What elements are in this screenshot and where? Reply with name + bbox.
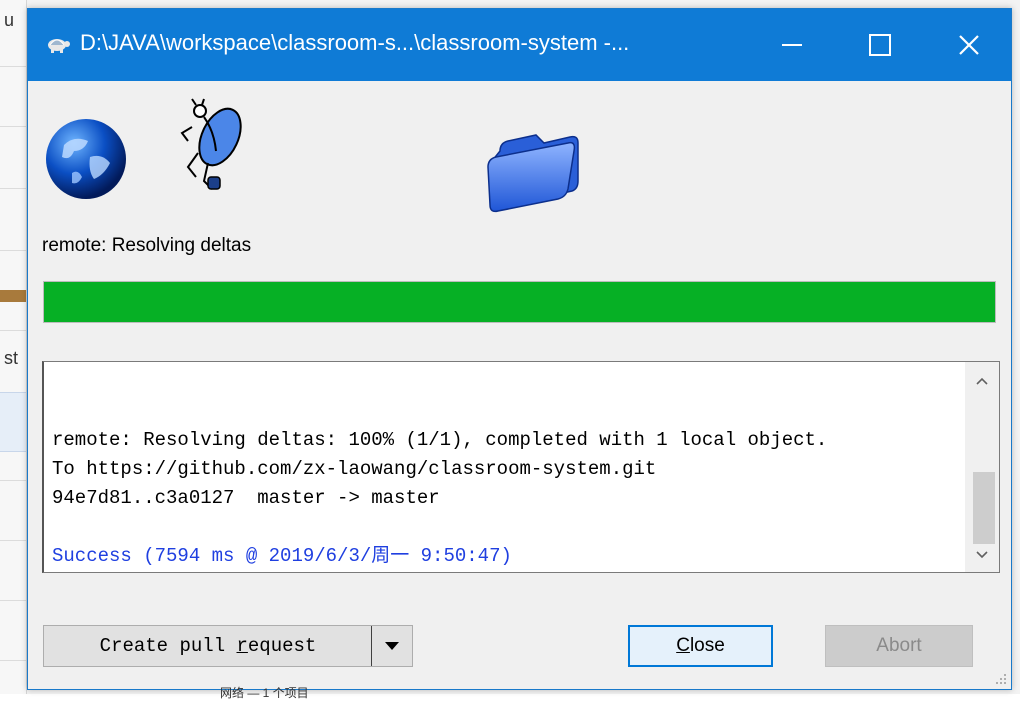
background-marker: [0, 290, 26, 302]
abort-button-label: Abort: [876, 635, 922, 656]
close-icon: [959, 35, 979, 55]
close-window-button[interactable]: [933, 9, 1005, 81]
progress-bar: [43, 281, 996, 323]
maximize-button[interactable]: [844, 9, 916, 81]
tortoise-icon: [48, 39, 70, 53]
output-log[interactable]: remote: Resolving deltas: 100% (1/1), co…: [42, 361, 1000, 573]
minimize-button[interactable]: [756, 9, 828, 81]
log-line: remote: Resolving deltas: 100% (1/1), co…: [52, 429, 828, 451]
resize-grip-icon[interactable]: [993, 671, 1007, 685]
git-push-progress-dialog: D:\JAVA\workspace\classroom-s...\classro…: [27, 8, 1012, 690]
background-status-text: 网络 — 1 个项目: [220, 686, 309, 700]
vertical-scrollbar[interactable]: [965, 362, 999, 572]
title-bar[interactable]: D:\JAVA\workspace\classroom-s...\classro…: [28, 9, 1011, 81]
background-text: st: [4, 348, 19, 368]
log-text: remote: Resolving deltas: 100% (1/1), co…: [52, 368, 952, 629]
scroll-up-button[interactable]: [965, 364, 999, 398]
progress-fill: [44, 282, 995, 322]
log-line: 94e7d81..c3a0127 master -> master: [52, 487, 440, 509]
scroll-down-button[interactable]: [965, 538, 999, 572]
folder-icon: [487, 134, 579, 213]
close-button[interactable]: Close: [628, 625, 773, 667]
scroll-thumb[interactable]: [973, 472, 995, 544]
globe-icon: [46, 119, 126, 199]
background-selection: [0, 392, 26, 452]
background-sidebar: u st: [0, 0, 27, 694]
background-text: u: [4, 10, 15, 30]
minimize-icon: [782, 44, 802, 46]
running-turtle-icon: [180, 98, 242, 190]
create-pull-request-label: Create pull request: [99, 635, 317, 657]
chevron-up-icon: [976, 377, 988, 385]
split-dropdown-button[interactable]: [371, 626, 412, 666]
abort-button[interactable]: Abort: [825, 625, 973, 667]
create-pull-request-button[interactable]: Create pull request: [43, 625, 413, 667]
log-line: To https://github.com/zx-laowang/classro…: [52, 458, 657, 480]
window-title: D:\JAVA\workspace\classroom-s...\classro…: [80, 30, 630, 55]
dropdown-arrow-icon: [385, 642, 399, 650]
chevron-down-icon: [976, 551, 988, 559]
maximize-icon: [869, 34, 891, 56]
success-line: Success (7594 ms @ 2019/6/3/周一 9:50:47): [52, 545, 512, 567]
close-button-label: Close: [676, 635, 725, 656]
status-label: remote: Resolving deltas: [42, 235, 252, 256]
